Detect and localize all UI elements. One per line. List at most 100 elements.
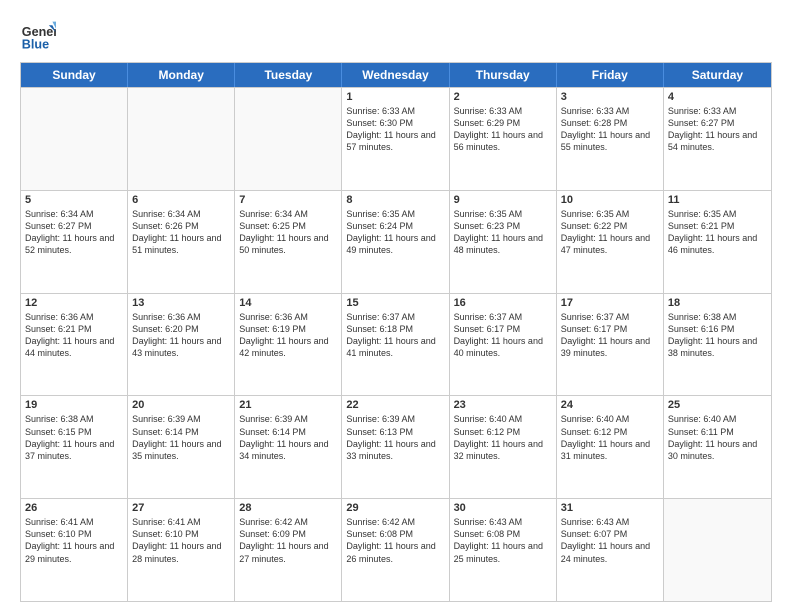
day-info: Sunrise: 6:41 AM Sunset: 6:10 PM Dayligh… [132,516,230,565]
calendar-cell-empty [128,88,235,190]
day-info: Sunrise: 6:39 AM Sunset: 6:13 PM Dayligh… [346,413,444,462]
weekday-header-sunday: Sunday [21,63,128,87]
day-number: 15 [346,297,444,309]
day-info: Sunrise: 6:33 AM Sunset: 6:30 PM Dayligh… [346,105,444,154]
day-info: Sunrise: 6:40 AM Sunset: 6:12 PM Dayligh… [454,413,552,462]
day-info: Sunrise: 6:40 AM Sunset: 6:12 PM Dayligh… [561,413,659,462]
page: General Blue SundayMondayTuesdayWednesda… [0,0,792,612]
day-info: Sunrise: 6:41 AM Sunset: 6:10 PM Dayligh… [25,516,123,565]
day-number: 27 [132,502,230,514]
calendar-cell-day-17: 17 Sunrise: 6:37 AM Sunset: 6:17 PM Dayli… [557,294,664,396]
day-number: 29 [346,502,444,514]
day-info: Sunrise: 6:35 AM Sunset: 6:22 PM Dayligh… [561,208,659,257]
calendar-cell-day-13: 13 Sunrise: 6:36 AM Sunset: 6:20 PM Dayli… [128,294,235,396]
day-info: Sunrise: 6:37 AM Sunset: 6:18 PM Dayligh… [346,311,444,360]
calendar-row-3: 19 Sunrise: 6:38 AM Sunset: 6:15 PM Dayli… [21,395,771,498]
day-info: Sunrise: 6:38 AM Sunset: 6:16 PM Dayligh… [668,311,767,360]
calendar-cell-day-9: 9 Sunrise: 6:35 AM Sunset: 6:23 PM Daylig… [450,191,557,293]
weekday-header-saturday: Saturday [664,63,771,87]
day-number: 12 [25,297,123,309]
day-number: 22 [346,399,444,411]
day-info: Sunrise: 6:35 AM Sunset: 6:24 PM Dayligh… [346,208,444,257]
calendar-cell-day-28: 28Sunrise: 6:42 AM Sunset: 6:09 PM Dayli… [235,499,342,601]
calendar-cell-day-27: 27 Sunrise: 6:41 AM Sunset: 6:10 PM Dayli… [128,499,235,601]
day-number: 10 [561,194,659,206]
calendar-cell-day-1: 1 Sunrise: 6:33 AM Sunset: 6:30 PM Daylig… [342,88,449,190]
calendar-cell-day-11: 11 Sunrise: 6:35 AM Sunset: 6:21 PM Dayli… [664,191,771,293]
day-info: Sunrise: 6:33 AM Sunset: 6:28 PM Dayligh… [561,105,659,154]
calendar-cell-day-31: 31Sunrise: 6:43 AM Sunset: 6:07 PM Dayli… [557,499,664,601]
day-number: 9 [454,194,552,206]
calendar-cell-day-7: 7Sunrise: 6:34 AM Sunset: 6:25 PM Daylig… [235,191,342,293]
calendar-header-row: SundayMondayTuesdayWednesdayThursdayFrid… [21,63,771,87]
day-info: Sunrise: 6:40 AM Sunset: 6:11 PM Dayligh… [668,413,767,462]
day-info: Sunrise: 6:33 AM Sunset: 6:29 PM Dayligh… [454,105,552,154]
calendar-cell-day-14: 14 Sunrise: 6:36 AM Sunset: 6:19 PM Dayli… [235,294,342,396]
calendar-row-0: 1 Sunrise: 6:33 AM Sunset: 6:30 PM Daylig… [21,87,771,190]
day-number: 5 [25,194,123,206]
weekday-header-thursday: Thursday [450,63,557,87]
day-info: Sunrise: 6:36 AM Sunset: 6:20 PM Dayligh… [132,311,230,360]
weekday-header-wednesday: Wednesday [342,63,449,87]
day-number: 17 [561,297,659,309]
calendar-cell-day-12: 12Sunrise: 6:36 AM Sunset: 6:21 PM Dayli… [21,294,128,396]
day-number: 26 [25,502,123,514]
day-number: 19 [25,399,123,411]
day-number: 13 [132,297,230,309]
calendar-cell-day-19: 19 Sunrise: 6:38 AM Sunset: 6:15 PM Dayli… [21,396,128,498]
day-info: Sunrise: 6:35 AM Sunset: 6:23 PM Dayligh… [454,208,552,257]
calendar-cell-day-29: 29Sunrise: 6:42 AM Sunset: 6:08 PM Dayli… [342,499,449,601]
weekday-header-tuesday: Tuesday [235,63,342,87]
day-number: 23 [454,399,552,411]
calendar-cell-day-16: 16Sunrise: 6:37 AM Sunset: 6:17 PM Dayli… [450,294,557,396]
day-number: 21 [239,399,337,411]
weekday-header-friday: Friday [557,63,664,87]
day-info: Sunrise: 6:38 AM Sunset: 6:15 PM Dayligh… [25,413,123,462]
day-number: 2 [454,91,552,103]
calendar-cell-empty [235,88,342,190]
day-number: 18 [668,297,767,309]
header: General Blue [20,18,772,54]
day-number: 30 [454,502,552,514]
day-number: 1 [346,91,444,103]
day-info: Sunrise: 6:39 AM Sunset: 6:14 PM Dayligh… [239,413,337,462]
calendar-cell-day-25: 25Sunrise: 6:40 AM Sunset: 6:11 PM Dayli… [664,396,771,498]
day-number: 4 [668,91,767,103]
day-number: 16 [454,297,552,309]
calendar: SundayMondayTuesdayWednesdayThursdayFrid… [20,62,772,602]
day-number: 11 [668,194,767,206]
calendar-cell-day-2: 2 Sunrise: 6:33 AM Sunset: 6:29 PM Daylig… [450,88,557,190]
calendar-cell-empty [664,499,771,601]
day-info: Sunrise: 6:43 AM Sunset: 6:07 PM Dayligh… [561,516,659,565]
day-info: Sunrise: 6:34 AM Sunset: 6:26 PM Dayligh… [132,208,230,257]
calendar-row-4: 26 Sunrise: 6:41 AM Sunset: 6:10 PM Dayli… [21,498,771,601]
logo-icon: General Blue [20,18,56,54]
calendar-cell-day-5: 5 Sunrise: 6:34 AM Sunset: 6:27 PM Daylig… [21,191,128,293]
day-info: Sunrise: 6:39 AM Sunset: 6:14 PM Dayligh… [132,413,230,462]
svg-text:Blue: Blue [22,38,49,52]
day-number: 24 [561,399,659,411]
calendar-cell-day-21: 21 Sunrise: 6:39 AM Sunset: 6:14 PM Dayli… [235,396,342,498]
calendar-cell-empty [21,88,128,190]
calendar-cell-day-20: 20Sunrise: 6:39 AM Sunset: 6:14 PM Dayli… [128,396,235,498]
calendar-cell-day-22: 22 Sunrise: 6:39 AM Sunset: 6:13 PM Dayli… [342,396,449,498]
day-info: Sunrise: 6:37 AM Sunset: 6:17 PM Dayligh… [561,311,659,360]
day-info: Sunrise: 6:43 AM Sunset: 6:08 PM Dayligh… [454,516,552,565]
logo: General Blue [20,18,56,54]
calendar-cell-day-3: 3Sunrise: 6:33 AM Sunset: 6:28 PM Daylig… [557,88,664,190]
calendar-cell-day-24: 24 Sunrise: 6:40 AM Sunset: 6:12 PM Dayli… [557,396,664,498]
weekday-header-monday: Monday [128,63,235,87]
calendar-cell-day-23: 23 Sunrise: 6:40 AM Sunset: 6:12 PM Dayli… [450,396,557,498]
calendar-cell-day-30: 30 Sunrise: 6:43 AM Sunset: 6:08 PM Dayli… [450,499,557,601]
calendar-cell-day-15: 15 Sunrise: 6:37 AM Sunset: 6:18 PM Dayli… [342,294,449,396]
day-number: 14 [239,297,337,309]
day-number: 8 [346,194,444,206]
day-info: Sunrise: 6:36 AM Sunset: 6:19 PM Dayligh… [239,311,337,360]
day-info: Sunrise: 6:42 AM Sunset: 6:09 PM Dayligh… [239,516,337,565]
calendar-row-1: 5 Sunrise: 6:34 AM Sunset: 6:27 PM Daylig… [21,190,771,293]
calendar-cell-day-6: 6Sunrise: 6:34 AM Sunset: 6:26 PM Daylig… [128,191,235,293]
calendar-cell-day-10: 10 Sunrise: 6:35 AM Sunset: 6:22 PM Dayli… [557,191,664,293]
day-info: Sunrise: 6:34 AM Sunset: 6:27 PM Dayligh… [25,208,123,257]
calendar-cell-day-4: 4Sunrise: 6:33 AM Sunset: 6:27 PM Daylig… [664,88,771,190]
day-info: Sunrise: 6:35 AM Sunset: 6:21 PM Dayligh… [668,208,767,257]
